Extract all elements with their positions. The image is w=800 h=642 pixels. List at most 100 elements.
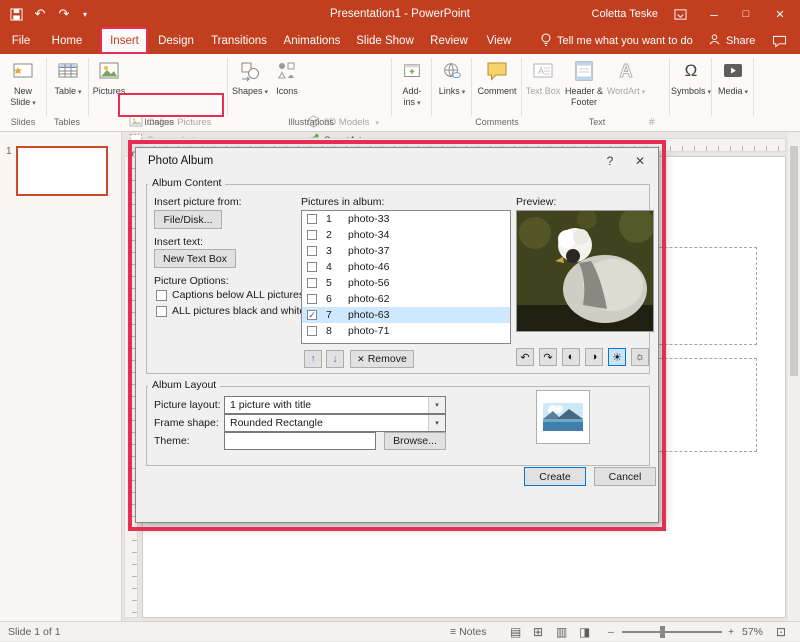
signed-in-user[interactable]: Coletta Teske bbox=[592, 0, 658, 28]
comment-button[interactable]: Comment bbox=[475, 57, 519, 115]
picture-checkbox[interactable] bbox=[307, 262, 317, 272]
picture-checkbox[interactable] bbox=[307, 294, 317, 304]
zoom-out-button[interactable]: – bbox=[608, 622, 614, 642]
icons-button[interactable]: Icons bbox=[271, 57, 303, 115]
text-box-button[interactable]: A Text Box bbox=[525, 57, 561, 115]
chevron-down-icon[interactable]: ▾ bbox=[428, 397, 445, 413]
scrollbar-thumb[interactable] bbox=[790, 146, 798, 376]
normal-view-button[interactable]: ▤ bbox=[510, 622, 521, 642]
comments-pane-icon[interactable] bbox=[772, 28, 787, 54]
move-down-button[interactable]: ↓ bbox=[326, 350, 344, 368]
chevron-down-icon[interactable]: ▾ bbox=[428, 415, 445, 431]
links-button[interactable]: Links ▾ bbox=[435, 57, 469, 115]
shapes-icon bbox=[238, 57, 262, 85]
dropdown-caret-icon: ▾ bbox=[641, 89, 646, 96]
brightness-up-button[interactable]: ☀ bbox=[608, 348, 626, 366]
picture-checkbox[interactable] bbox=[307, 214, 317, 224]
add-ins-button[interactable]: Add-ins ▾ bbox=[395, 57, 429, 115]
picture-list-item-selected[interactable]: ✓ 7 photo-63 bbox=[302, 307, 510, 323]
picture-checkbox[interactable] bbox=[307, 246, 317, 256]
pictures-button[interactable]: Pictures bbox=[91, 57, 127, 115]
table-button[interactable]: Table ▾ bbox=[50, 57, 86, 115]
rotate-left-button[interactable]: ↶ bbox=[516, 348, 534, 366]
vertical-scrollbar[interactable] bbox=[788, 132, 800, 621]
notes-icon: ≡ bbox=[450, 626, 457, 638]
picture-list-item[interactable]: 1 photo-33 bbox=[302, 211, 510, 227]
text-box-icon: A bbox=[531, 57, 555, 85]
picture-list-item[interactable]: 4 photo-46 bbox=[302, 259, 510, 275]
picture-checkbox[interactable] bbox=[307, 278, 317, 288]
picture-list-item[interactable]: 6 photo-62 bbox=[302, 291, 510, 307]
group-label-slides: Slides bbox=[10, 117, 36, 127]
file-disk-button[interactable]: File/Disk... bbox=[154, 210, 222, 229]
zoom-slider-handle[interactable] bbox=[660, 626, 665, 638]
shapes-button[interactable]: Shapes ▾ bbox=[231, 57, 269, 115]
maximize-button[interactable]: □ bbox=[732, 0, 760, 28]
zoom-slider-track[interactable] bbox=[622, 631, 722, 633]
tab-home[interactable]: Home bbox=[44, 28, 90, 54]
header-footer-button[interactable]: Header & Footer bbox=[563, 57, 605, 115]
tab-animations[interactable]: Animations bbox=[278, 28, 346, 54]
new-text-box-button[interactable]: New Text Box bbox=[154, 249, 236, 268]
slideshow-view-button[interactable]: ◨ bbox=[579, 622, 590, 642]
move-up-button[interactable]: ↑ bbox=[304, 350, 322, 368]
frame-shape-dropdown[interactable]: Rounded Rectangle ▾ bbox=[224, 414, 446, 432]
media-button[interactable]: Media ▾ bbox=[715, 57, 751, 115]
fit-to-window-button[interactable]: ⊡ bbox=[776, 622, 786, 642]
black-white-checkbox-label[interactable]: ALL pictures black and white bbox=[172, 305, 305, 317]
cancel-button[interactable]: Cancel bbox=[594, 467, 656, 486]
zoom-in-button[interactable]: + bbox=[728, 622, 734, 642]
picture-checkbox[interactable] bbox=[307, 230, 317, 240]
reading-view-button[interactable]: ▥ bbox=[556, 622, 567, 642]
minimize-button[interactable]: – bbox=[700, 0, 728, 28]
rotate-right-button[interactable]: ↷ bbox=[539, 348, 557, 366]
tab-transitions[interactable]: Transitions bbox=[204, 28, 274, 54]
picture-number: 5 bbox=[326, 277, 332, 289]
dialog-title: Photo Album bbox=[148, 155, 214, 167]
dropdown-caret-icon: ▾ bbox=[461, 89, 466, 96]
close-button[interactable]: ✕ bbox=[766, 0, 794, 28]
wordart-button[interactable]: A WordArt ▾ bbox=[607, 57, 645, 115]
theme-input[interactable] bbox=[224, 432, 376, 450]
captions-checkbox-label[interactable]: Captions below ALL pictures bbox=[172, 289, 304, 301]
picture-checkbox[interactable] bbox=[307, 326, 317, 336]
picture-options-label: Picture Options: bbox=[154, 275, 229, 287]
remove-button[interactable]: ✕ Remove bbox=[350, 350, 414, 368]
create-button[interactable]: Create bbox=[524, 467, 586, 486]
tab-slideshow[interactable]: Slide Show bbox=[350, 28, 420, 54]
tab-review[interactable]: Review bbox=[424, 28, 474, 54]
browse-button[interactable]: Browse... bbox=[384, 432, 446, 450]
contrast-up-button[interactable]: ◐ bbox=[562, 348, 580, 366]
tell-me-box[interactable]: Tell me what you want to do bbox=[540, 28, 693, 54]
notes-button[interactable]: ≡ Notes bbox=[450, 622, 487, 642]
symbols-button[interactable]: Ω Symbols ▾ bbox=[671, 57, 711, 115]
picture-layout-dropdown[interactable]: 1 picture with title ▾ bbox=[224, 396, 446, 414]
black-white-checkbox[interactable] bbox=[156, 306, 167, 317]
ribbon-tab-row: File Home Insert Design Transitions Anim… bbox=[0, 28, 800, 54]
ribbon-display-options-icon[interactable] bbox=[668, 0, 692, 28]
tab-file[interactable]: File bbox=[0, 28, 42, 54]
tab-view[interactable]: View bbox=[478, 28, 520, 54]
dialog-close-button[interactable]: ✕ bbox=[626, 148, 654, 174]
contrast-down-button[interactable]: ◑ bbox=[585, 348, 603, 366]
tab-insert[interactable]: Insert bbox=[102, 28, 147, 54]
lightbulb-icon bbox=[540, 33, 552, 50]
share-button[interactable]: Share bbox=[708, 28, 755, 54]
picture-list-item[interactable]: 3 photo-37 bbox=[302, 243, 510, 259]
pictures-listbox[interactable]: 1 photo-33 2 photo-34 3 photo-37 4 photo-46 … bbox=[301, 210, 511, 344]
picture-list-item[interactable]: 8 photo-71 bbox=[302, 323, 510, 339]
picture-number: 8 bbox=[326, 325, 332, 337]
tab-design[interactable]: Design bbox=[152, 28, 200, 54]
picture-list-item[interactable]: 5 photo-56 bbox=[302, 275, 510, 291]
group-separator bbox=[471, 58, 472, 116]
picture-checkbox-checked[interactable]: ✓ bbox=[307, 310, 317, 320]
new-slide-button[interactable]: New Slide ▾ bbox=[2, 57, 44, 115]
picture-number: 7 bbox=[326, 309, 332, 321]
slide-thumbnail[interactable] bbox=[16, 146, 108, 196]
zoom-percentage[interactable]: 57% bbox=[742, 622, 763, 642]
captions-checkbox[interactable] bbox=[156, 290, 167, 301]
slide-sorter-view-button[interactable]: ⊞ bbox=[533, 622, 543, 642]
brightness-down-button[interactable]: ☼ bbox=[631, 348, 649, 366]
picture-list-item[interactable]: 2 photo-34 bbox=[302, 227, 510, 243]
dialog-help-button[interactable]: ? bbox=[596, 148, 624, 174]
